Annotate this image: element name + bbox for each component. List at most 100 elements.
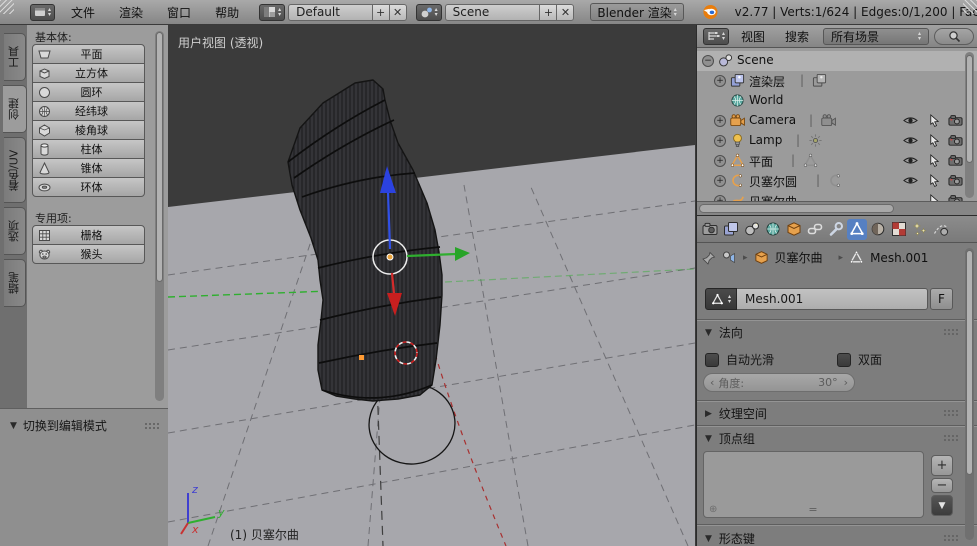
close-layout-button[interactable]: ✕	[389, 4, 407, 21]
outliner-scope-dropdown[interactable]: 所有场景 ▴▾	[823, 28, 929, 45]
hide-eye-icon[interactable]	[903, 154, 918, 167]
tab-options[interactable]: 选项	[4, 207, 26, 255]
tab-grease-pencil[interactable]: 蜡笔	[4, 259, 26, 307]
remove-vertex-group-button[interactable]: −	[931, 478, 953, 493]
selected-vertex[interactable]	[359, 355, 364, 360]
menu-file[interactable]: 文件	[71, 4, 95, 21]
add-cone-button[interactable]: 锥体	[32, 158, 145, 178]
expand-icon[interactable]: +	[714, 135, 726, 147]
list-resize-grip-icon[interactable]: =	[808, 503, 818, 516]
tab-modifiers[interactable]	[826, 219, 846, 240]
outliner-horizontal-scrollbar[interactable]	[697, 201, 977, 215]
hide-eye-icon[interactable]	[903, 174, 918, 187]
outliner-row-plane[interactable]: + 平面 |	[697, 151, 977, 171]
normals-panel-header[interactable]: ▼ 法向	[705, 324, 967, 341]
tab-texture[interactable]	[889, 219, 909, 240]
screen-layout-field[interactable]: Default	[288, 4, 373, 21]
add-cylinder-button[interactable]: 柱体	[32, 139, 145, 159]
outliner-menu-search[interactable]: 搜索	[785, 28, 809, 45]
outliner-row-scene[interactable]: − Scene	[697, 51, 977, 71]
vertex-group-specials-button[interactable]: ▼	[931, 495, 953, 516]
tab-render[interactable]	[700, 219, 720, 240]
add-vertex-group-button[interactable]: +	[931, 455, 953, 476]
panel-grip-icon[interactable]	[943, 328, 959, 337]
auto-smooth-checkbox[interactable]: 自动光滑	[705, 351, 774, 368]
screen-layout-icon-button[interactable]: ▴▾	[259, 4, 285, 21]
tab-object[interactable]	[784, 219, 804, 240]
selectable-cursor-icon[interactable]	[927, 114, 942, 127]
expand-icon[interactable]: +	[714, 175, 726, 187]
fake-user-button[interactable]: F	[930, 288, 953, 310]
outliner-vertical-scrollbar[interactable]	[965, 52, 974, 198]
add-uv-sphere-button[interactable]: 经纬球	[32, 101, 145, 121]
area-corner-grip[interactable]	[963, 0, 977, 14]
renderable-camera-icon[interactable]	[948, 114, 963, 127]
editor-type-button-info[interactable]: ▴▾	[30, 4, 55, 21]
renderable-camera-icon[interactable]	[948, 174, 963, 187]
add-layout-button[interactable]: +	[372, 4, 390, 21]
close-scene-button[interactable]: ✕	[556, 4, 574, 21]
properties-editor-icon[interactable]	[722, 251, 737, 265]
datablock-name-field[interactable]: Mesh.001	[737, 288, 928, 310]
area-corner-grip[interactable]	[0, 0, 14, 14]
menu-help[interactable]: 帮助	[215, 4, 239, 21]
list-filter-icon[interactable]: ⊕	[709, 504, 717, 515]
outliner-row-world[interactable]: World	[697, 91, 977, 111]
outliner-row-lamp[interactable]: + Lamp |	[697, 131, 977, 151]
tab-constraints[interactable]	[805, 219, 825, 240]
add-torus-button[interactable]: 环体	[32, 177, 145, 197]
selectable-cursor-icon[interactable]	[927, 134, 942, 147]
auto-smooth-angle-slider[interactable]: ‹ 角度: 30° ›	[703, 373, 855, 392]
mesh-datablock-dropdown[interactable]: ▴▾	[705, 288, 737, 310]
tab-object-data[interactable]	[847, 219, 867, 240]
expand-icon[interactable]: +	[714, 155, 726, 167]
outliner-row-camera[interactable]: + Camera |	[697, 111, 977, 131]
outliner-search-button[interactable]	[934, 28, 974, 45]
add-circle-button[interactable]: 圆环	[32, 82, 145, 102]
render-engine-dropdown[interactable]: Blender 渲染 ▴▾	[590, 3, 683, 21]
expand-icon[interactable]: +	[714, 115, 726, 127]
breadcrumb-data-name[interactable]: Mesh.001	[870, 251, 928, 265]
outliner-row-render-layers[interactable]: + 渲染层 |	[697, 71, 977, 91]
tab-world[interactable]	[763, 219, 783, 240]
hide-eye-icon[interactable]	[903, 134, 918, 147]
vertex-groups-list[interactable]: ⊕ =	[703, 451, 924, 518]
checkbox-icon[interactable]	[837, 353, 851, 367]
properties-scrollbar[interactable]	[965, 248, 974, 540]
panel-grip-icon[interactable]	[943, 434, 959, 443]
scene-name-field[interactable]: Scene	[445, 4, 541, 21]
renderable-camera-icon[interactable]	[948, 154, 963, 167]
scrollbar-thumb[interactable]	[156, 32, 163, 282]
add-cube-button[interactable]: 立方体	[32, 63, 145, 83]
tab-render-layers[interactable]	[721, 219, 741, 240]
add-ico-sphere-button[interactable]: 棱角球	[32, 120, 145, 140]
add-scene-button[interactable]: +	[539, 4, 557, 21]
shape-keys-panel-header[interactable]: ▼ 形态键	[705, 530, 967, 546]
panel-grip-icon[interactable]	[943, 409, 959, 418]
scrollbar-thumb[interactable]	[966, 55, 973, 163]
tab-scene[interactable]	[742, 219, 762, 240]
add-grid-button[interactable]: 栅格	[32, 225, 145, 245]
panel-grip-icon[interactable]	[943, 534, 959, 543]
slider-left-arrow-icon[interactable]: ‹	[710, 376, 714, 389]
expand-icon[interactable]: +	[714, 75, 726, 87]
checkbox-icon[interactable]	[705, 353, 719, 367]
tab-tools[interactable]: 工具	[4, 33, 26, 81]
3d-viewport[interactable]: 用户视图 (透视) (1) 贝塞尔曲 z y x	[168, 25, 696, 546]
scrollbar-thumb[interactable]	[966, 250, 973, 475]
add-plane-button[interactable]: 平面	[32, 44, 145, 64]
collapse-icon[interactable]: −	[702, 55, 714, 67]
tab-shading-uv[interactable]: 着色/UV	[4, 137, 26, 203]
panel-grip-icon[interactable]	[144, 422, 160, 431]
tab-material[interactable]	[868, 219, 888, 240]
slider-right-arrow-icon[interactable]: ›	[844, 376, 848, 389]
menu-render[interactable]: 渲染	[119, 4, 143, 21]
double-sided-checkbox[interactable]: 双面	[837, 351, 882, 368]
outliner-menu-view[interactable]: 视图	[741, 28, 765, 45]
operator-panel-header[interactable]: ▼ 切换到编辑模式	[0, 409, 168, 434]
selectable-cursor-icon[interactable]	[927, 174, 942, 187]
texture-space-panel-header[interactable]: ▶ 纹理空间	[705, 405, 967, 422]
mesh-data-icon[interactable]	[849, 250, 864, 265]
pin-icon[interactable]	[702, 251, 716, 265]
tab-particles[interactable]	[910, 219, 930, 240]
